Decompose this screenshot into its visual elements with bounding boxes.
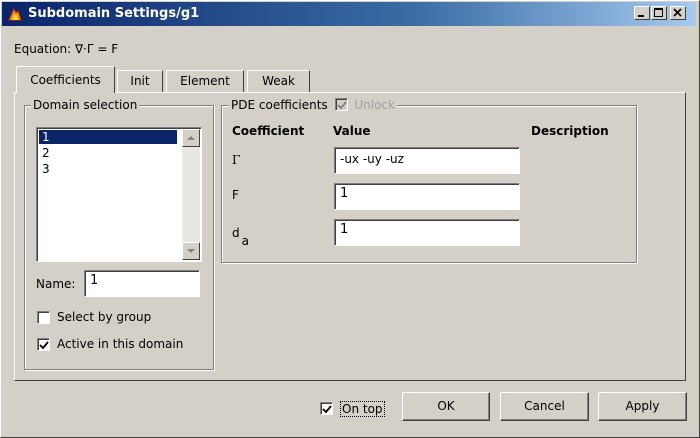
- ok-button[interactable]: OK: [402, 392, 490, 421]
- select-by-group-checkbox[interactable]: [37, 311, 50, 324]
- da-symbol-base: d: [232, 226, 240, 240]
- name-label: Name:: [36, 277, 76, 291]
- pde-coefficients-title: PDE coefficients: [231, 98, 328, 112]
- checkmark-icon: [322, 405, 332, 414]
- tab-coefficients[interactable]: Coefficients: [16, 66, 115, 93]
- unlock-label: Unlock: [354, 98, 395, 112]
- f-value-field[interactable]: 1: [334, 183, 520, 210]
- da-symbol: da: [232, 226, 249, 248]
- minimize-button[interactable]: [634, 6, 650, 20]
- window-title: Subdomain Settings/g1: [28, 6, 200, 21]
- active-in-domain-checkbox[interactable]: [37, 338, 50, 351]
- list-item[interactable]: 3: [39, 162, 177, 176]
- da-value-field[interactable]: 1: [334, 219, 520, 246]
- scroll-up-button[interactable]: [182, 129, 200, 147]
- checkmark-icon: [336, 101, 347, 110]
- active-in-domain-label: Active in this domain: [57, 337, 184, 351]
- domain-listbox[interactable]: 1 2 3: [36, 127, 202, 262]
- listbox-scrollbar[interactable]: [182, 129, 200, 260]
- unlock-checkbox[interactable]: [334, 98, 348, 111]
- gamma-value-field[interactable]: -ux -uy -uz: [334, 147, 520, 174]
- pde-coefficients-legend: PDE coefficients Unlock: [229, 98, 397, 112]
- f-symbol: F: [232, 188, 239, 202]
- scroll-down-button[interactable]: [182, 242, 200, 260]
- coefficient-header: Coefficient: [232, 124, 305, 138]
- description-header: Description: [531, 124, 609, 138]
- gamma-symbol: Γ: [232, 153, 241, 167]
- maximize-button[interactable]: [651, 6, 667, 20]
- tab-init[interactable]: Init: [117, 70, 163, 92]
- domain-selection-legend: Domain selection: [31, 98, 140, 112]
- title-bar[interactable]: Subdomain Settings/g1: [2, 2, 696, 26]
- on-top-checkbox[interactable]: [320, 402, 333, 415]
- close-button[interactable]: [670, 6, 686, 20]
- equation-label: Equation: ∇·Γ = F: [14, 42, 119, 56]
- list-item[interactable]: 1: [39, 130, 177, 144]
- select-by-group-label: Select by group: [57, 310, 152, 324]
- value-header: Value: [333, 124, 371, 138]
- name-field[interactable]: 1: [84, 270, 200, 297]
- list-item[interactable]: 2: [39, 146, 177, 160]
- cancel-button[interactable]: Cancel: [500, 392, 589, 421]
- apply-button[interactable]: Apply: [598, 392, 687, 421]
- app-icon: [7, 6, 23, 22]
- tab-element[interactable]: Element: [166, 70, 244, 92]
- tab-weak[interactable]: Weak: [247, 70, 310, 92]
- on-top-label: On top: [340, 401, 385, 417]
- checkmark-icon: [39, 341, 49, 350]
- da-symbol-sub: a: [241, 234, 249, 248]
- arrow-up-icon: [187, 136, 195, 140]
- arrow-down-icon: [187, 249, 195, 253]
